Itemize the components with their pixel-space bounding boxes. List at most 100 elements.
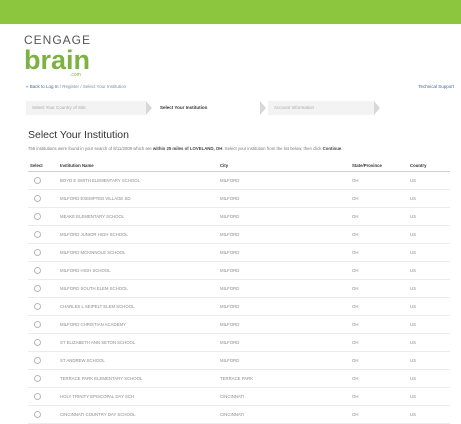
institution-name-cell: CINCINNATI COUNTRY DAY SCHOOL [58,405,218,424]
country-cell: US [408,189,450,208]
country-cell: US [408,261,450,280]
city-cell: MILFORD [218,261,350,280]
select-cell [28,243,58,262]
state-cell: OH [350,351,408,370]
select-cell [28,351,58,370]
table-header-row: Select Institution Name City State/Provi… [28,159,450,172]
state-cell: OH [350,369,408,388]
state-cell: OH [350,243,408,262]
state-cell: OH [350,171,408,190]
city-cell: MILFORD [218,297,350,316]
institution-radio-button[interactable] [34,410,41,418]
state-cell: OH [350,279,408,298]
city-cell: TERRACE PARK [218,369,350,388]
step-country: Select Your Country of Site [26,101,146,115]
state-cell: OH [350,189,408,208]
state-cell: OH [350,315,408,334]
institution-name-cell: TERRACE PARK ELEMENTARY SCHOOL [58,369,218,388]
institution-name-cell: MILFORD EXEMPTED VILLAGE SD [58,189,218,208]
step-arrow-icon [260,101,266,115]
institution-radio-button[interactable] [34,338,41,346]
city-cell: MILFORD [218,207,350,226]
institution-name-cell: ST ANDREW SCHOOL [58,351,218,370]
table-row[interactable]: HOLY TRINITY EPISCOPAL DAY SCH CINCINNATI… [28,387,450,406]
city-cell: MILFORD [218,333,350,352]
table-row[interactable]: ST ANDREW SCHOOL MILFORD OH US [28,351,450,370]
step-arrow-icon [374,101,380,115]
country-cell: US [408,405,450,424]
select-cell [28,189,58,208]
select-cell [28,261,58,280]
country-cell: US [408,315,450,334]
logo-dotcom-text: .com [70,72,81,78]
institution-radio-button[interactable] [34,212,41,220]
select-cell [28,315,58,334]
city-cell: MILFORD [218,171,350,190]
select-cell [28,333,58,352]
page-content: CENGAGE brain .com « Back to Log In / Re… [15,24,461,424]
country-cell: US [408,297,450,316]
institution-radio-button[interactable] [34,194,41,202]
intro-search-criteria: within 25 miles of LOVELAND, OH [152,146,223,151]
city-cell: MILFORD [218,351,350,370]
country-cell: US [408,387,450,406]
step-account-info: Account Information [268,101,374,115]
cengagebrain-logo[interactable]: CENGAGE brain .com [24,34,91,78]
table-row[interactable]: MILFORD SOUTH ELEM SCHOOL MILFORD OH US [28,279,450,298]
institution-radio-button[interactable] [34,320,41,328]
institution-name-cell: MILFORD HIGH SCHOOL [58,261,218,280]
institution-name-cell: ST ELIZABETH ANN SETON SCHOOL [58,333,218,352]
page-title: Select Your Institution [28,129,129,141]
technical-support-link[interactable]: Technical Support [418,84,454,89]
intro-text: . [341,146,343,151]
breadcrumb: « Back to Log In / Register / Select You… [26,84,126,89]
city-cell: CINCINNATI [218,405,350,424]
institution-name-cell: MILFORD CHRISTIAN ACADEMY [58,315,218,334]
city-cell: MILFORD [218,315,350,334]
step-arrow-icon [146,101,152,115]
column-header-institution-name[interactable]: Institution Name [58,159,218,172]
breadcrumb-back-link[interactable]: « Back to Log In [26,84,59,89]
table-row[interactable]: MILFORD JUNIOR HIGH SCHOOL MILFORD OH US [28,225,450,244]
institution-name-cell: MEAKE ELEMENTARY SCHOOL [58,207,218,226]
table-row[interactable]: BOYD E SMITH ELEMENTARY SCHOOL MILFORD OH U… [28,171,450,190]
city-cell: MILFORD [218,279,350,298]
column-header-country[interactable]: Country [408,159,450,172]
select-cell [28,279,58,298]
institution-radio-button[interactable] [34,392,41,400]
select-cell [28,171,58,190]
column-header-city[interactable]: City [218,159,350,172]
institution-radio-button[interactable] [34,176,41,184]
select-cell [28,225,58,244]
table-row[interactable]: CHARLES L SEIPELT ELEM SCHOOL MILFORD OH US [28,297,450,316]
state-cell: OH [350,207,408,226]
table-row[interactable]: ST ELIZABETH ANN SETON SCHOOL MILFORD OH US [28,333,450,352]
institution-radio-button[interactable] [34,230,41,238]
registration-steps: Select Your Country of Site Select Your … [26,101,380,115]
table-row[interactable]: MILFORD HIGH SCHOOL MILFORD OH US [28,261,450,280]
column-header-state[interactable]: State/Province [350,159,408,172]
institution-radio-button[interactable] [34,266,41,274]
table-row[interactable]: CINCINNATI COUNTRY DAY SCHOOL CINCINNATI O… [28,405,450,424]
state-cell: OH [350,225,408,244]
table-row[interactable]: MILFORD MCKINNOLE SCHOOL MILFORD OH US [28,243,450,262]
country-cell: US [408,279,450,298]
state-cell: OH [350,297,408,316]
institution-radio-button[interactable] [34,284,41,292]
institution-radio-button[interactable] [34,248,41,256]
country-cell: US [408,351,450,370]
intro-text: . Select your institution from the list … [222,146,323,151]
table-row[interactable]: TERRACE PARK ELEMENTARY SCHOOL TERRACE PA… [28,369,450,388]
institution-radio-button[interactable] [34,374,41,382]
breadcrumb-register-link[interactable]: Register [62,84,79,89]
table-row[interactable]: MILFORD EXEMPTED VILLAGE SD MILFORD OH US [28,189,450,208]
country-cell: US [408,333,450,352]
country-cell: US [408,225,450,244]
table-row[interactable]: MEAKE ELEMENTARY SCHOOL MILFORD OH US [28,207,450,226]
institution-name-cell: MILFORD MCKINNOLE SCHOOL [58,243,218,262]
table-row[interactable]: MILFORD CHRISTIAN ACADEMY MILFORD OH US [28,315,450,334]
institution-radio-button[interactable] [34,302,41,310]
city-cell: MILFORD [218,189,350,208]
institution-radio-button[interactable] [34,356,41,364]
institution-name-cell: MILFORD JUNIOR HIGH SCHOOL [58,225,218,244]
